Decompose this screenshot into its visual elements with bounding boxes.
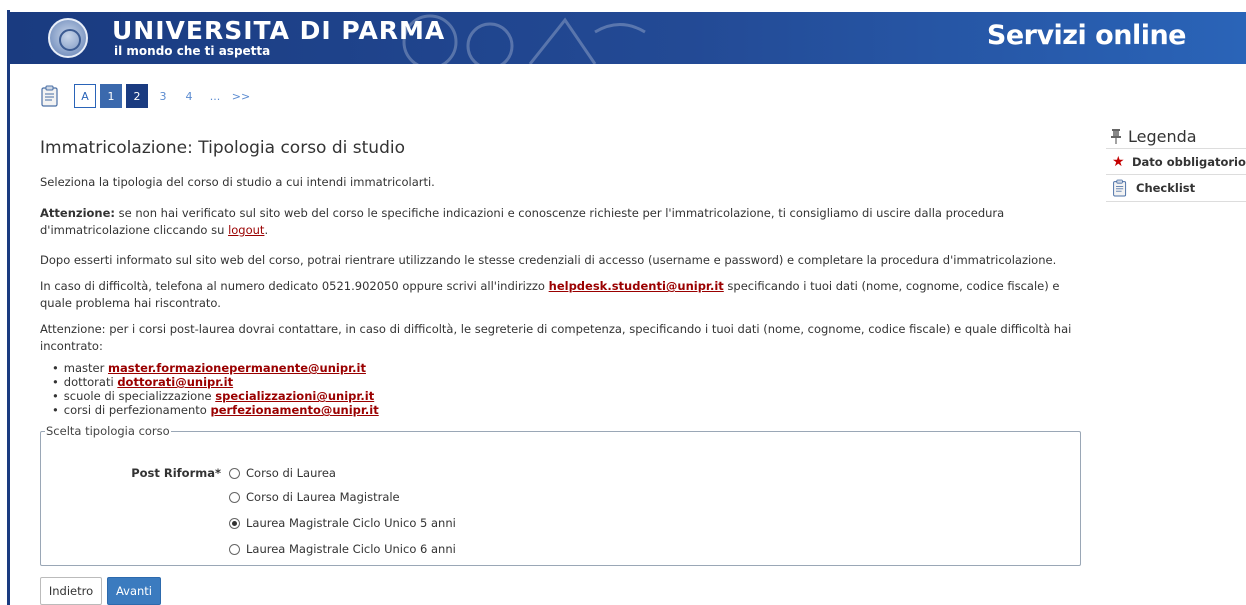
contact-label: master xyxy=(63,361,109,375)
pin-icon xyxy=(1111,129,1121,144)
legend-title: Legenda xyxy=(1128,126,1197,146)
contact-email-link[interactable]: master.formazionepermanente@unipr.it xyxy=(108,361,366,375)
legend-item-label: Dato obbligatorio xyxy=(1132,154,1246,169)
step-3[interactable]: 3 xyxy=(152,84,174,108)
step-2[interactable]: 2 xyxy=(126,84,148,108)
contact-label: scuole di specializzazione xyxy=(63,389,216,403)
warning-text: se non hai verificato sul sito web del c… xyxy=(40,206,1005,237)
site-header: UNIVERSITA DI PARMA il mondo che ti aspe… xyxy=(10,12,1246,64)
left-border-line xyxy=(7,10,10,605)
contact-list: master master.formazionepermanente@unipr… xyxy=(52,361,1090,417)
difficulty-pre: In caso di difficoltà, telefona al numer… xyxy=(40,279,549,293)
contact-email-link[interactable]: perfezionamento@unipr.it xyxy=(210,403,378,417)
radio-button[interactable] xyxy=(229,491,240,503)
service-title: Servizi online xyxy=(986,20,1187,51)
list-item: corsi di perfezionamento perfezionamento… xyxy=(52,403,1090,417)
legend-item-checklist: Checklist xyxy=(1106,175,1246,202)
radio-button[interactable] xyxy=(229,467,240,479)
list-item: dottorati dottorati@unipr.it xyxy=(52,375,1090,389)
checklist-icon[interactable] xyxy=(40,85,60,107)
contact-label: corsi di perfezionamento xyxy=(63,403,211,417)
contact-label: dottorati xyxy=(63,375,118,389)
legend-item-label: Checklist xyxy=(1136,181,1196,195)
option-corso-di-laurea[interactable]: Corso di Laurea xyxy=(229,466,336,480)
option-label: Laurea Magistrale Ciclo Unico 6 anni xyxy=(246,542,456,556)
next-button[interactable]: Avanti xyxy=(107,577,161,605)
star-icon: ★ xyxy=(1112,153,1125,170)
difficulty-paragraph: In caso di difficoltà, telefona al numer… xyxy=(40,278,1090,312)
warning-label: Attenzione: xyxy=(40,206,116,220)
warning-paragraph: Attenzione: se non hai verificato sul si… xyxy=(40,205,1090,239)
option-ciclo-unico-5[interactable]: Laurea Magistrale Ciclo Unico 5 anni xyxy=(229,516,456,530)
logout-link[interactable]: logout xyxy=(228,223,264,237)
option-label: Laurea Magistrale Ciclo Unico 5 anni xyxy=(246,516,456,530)
left-border xyxy=(0,0,10,605)
option-corso-laurea-magistrale[interactable]: Corso di Laurea Magistrale xyxy=(229,490,400,504)
helpdesk-email-link[interactable]: helpdesk.studenti@unipr.it xyxy=(549,279,724,293)
step-navigation: A 1 2 3 4 ... >> xyxy=(40,83,252,109)
step-1[interactable]: 1 xyxy=(100,84,122,108)
legend-item-required: ★ Dato obbligatorio xyxy=(1106,148,1246,175)
university-name: UNIVERSITA DI PARMA xyxy=(112,16,446,45)
warning-end: . xyxy=(264,223,269,237)
radio-button[interactable] xyxy=(229,543,240,555)
checklist-icon xyxy=(1113,179,1127,197)
post-riforma-label: Post Riforma* xyxy=(131,466,221,480)
contact-email-link[interactable]: dottorati@unipr.it xyxy=(117,375,233,389)
step-4[interactable]: 4 xyxy=(178,84,200,108)
after-info-text: Dopo esserti informato sul sito web del … xyxy=(40,253,1057,267)
option-label: Corso di Laurea xyxy=(246,466,336,480)
contact-email-link[interactable]: specializzazioni@unipr.it xyxy=(215,389,374,403)
intro-text: Seleziona la tipologia del corso di stud… xyxy=(40,175,435,189)
option-label: Corso di Laurea Magistrale xyxy=(246,490,400,504)
option-ciclo-unico-6[interactable]: Laurea Magistrale Ciclo Unico 6 anni xyxy=(229,542,456,556)
step-more[interactable]: ... xyxy=(204,84,226,108)
fieldset-legend: Scelta tipologia corso xyxy=(46,424,170,438)
course-type-fieldset: Scelta tipologia corso Post Riforma* Cor… xyxy=(40,424,1081,566)
legend-panel: Legenda ★ Dato obbligatorio Checklist xyxy=(1106,124,1246,202)
list-item: scuole di specializzazione specializzazi… xyxy=(52,389,1090,403)
page-title: Immatricolazione: Tipologia corso di stu… xyxy=(40,138,405,158)
radio-button-selected[interactable] xyxy=(229,517,240,529)
back-button[interactable]: Indietro xyxy=(40,577,102,605)
list-item: master master.formazionepermanente@unipr… xyxy=(52,361,1090,375)
step-a[interactable]: A xyxy=(74,84,96,108)
university-motto: il mondo che ti aspetta xyxy=(114,44,271,58)
postlaurea-text: Attenzione: per i corsi post-laurea dovr… xyxy=(40,322,1072,353)
step-next[interactable]: >> xyxy=(230,84,252,108)
legend-header: Legenda xyxy=(1106,124,1246,148)
university-seal-logo[interactable] xyxy=(48,18,88,58)
main-content: Immatricolazione: Tipologia corso di stu… xyxy=(40,138,1090,417)
